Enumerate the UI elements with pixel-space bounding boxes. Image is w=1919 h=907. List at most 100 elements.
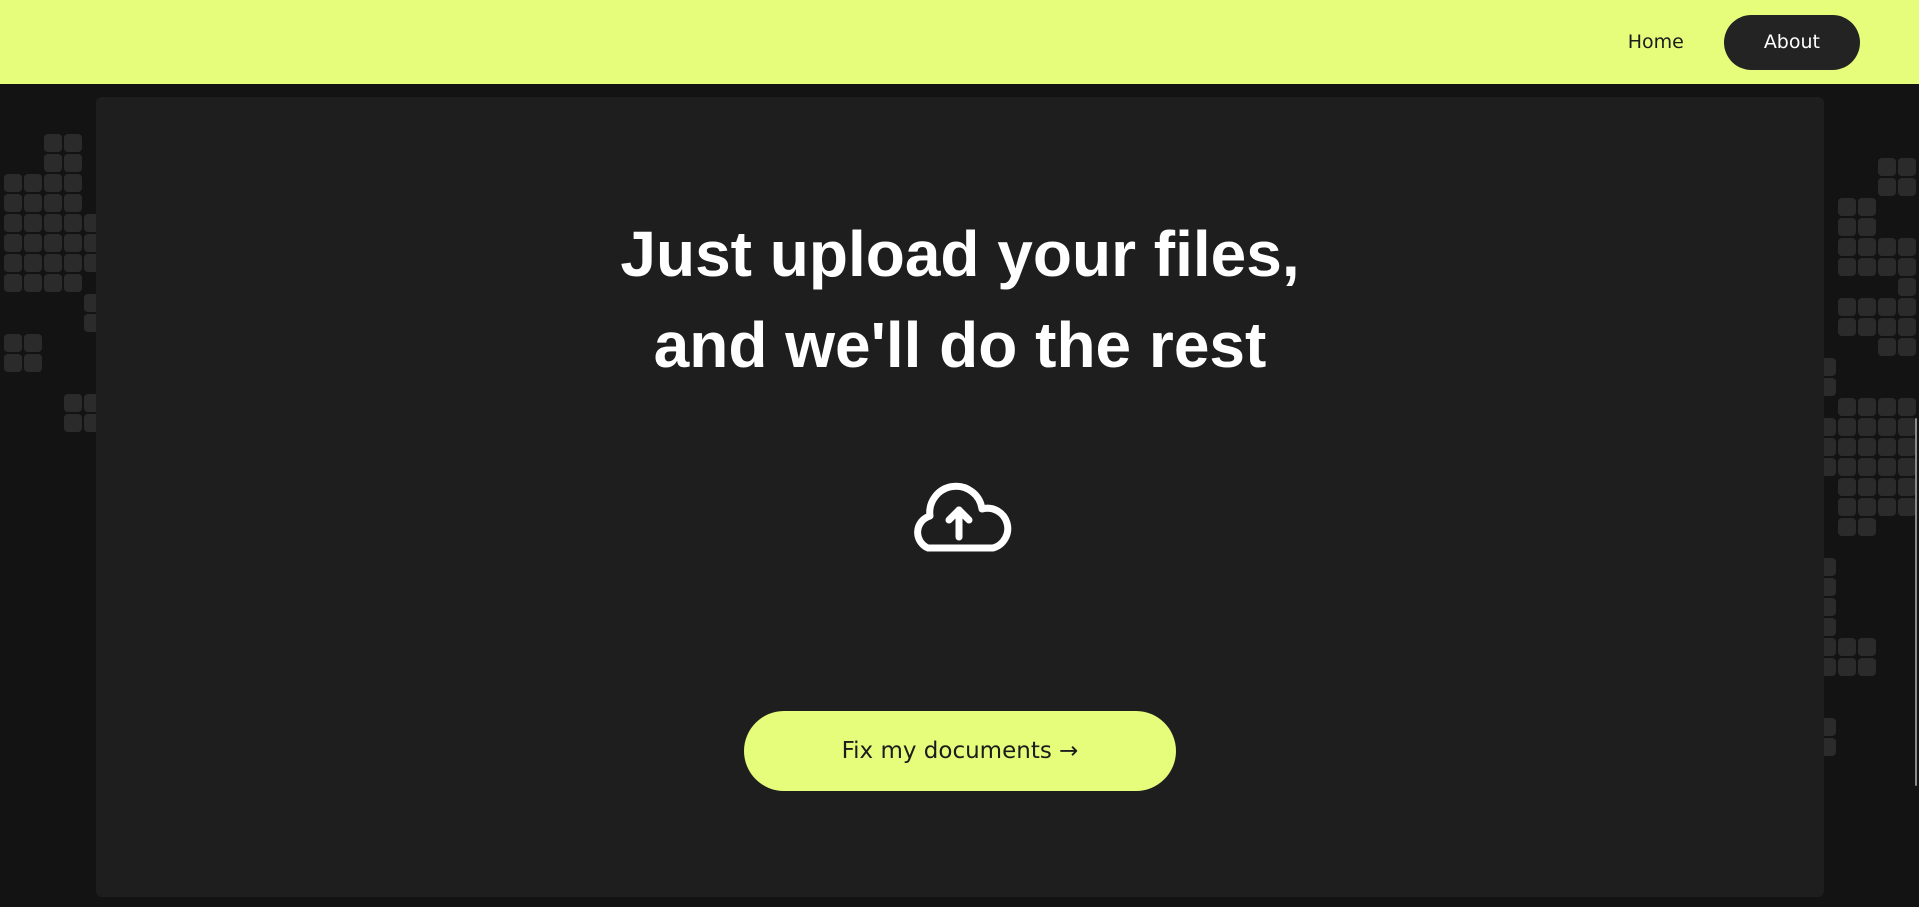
- grid-tile: [1858, 298, 1876, 316]
- grid-tile: [64, 254, 82, 272]
- grid-tile: [1898, 318, 1916, 336]
- grid-tile: [1838, 518, 1856, 536]
- grid-tile: [1898, 458, 1916, 476]
- grid-tile: [1838, 298, 1856, 316]
- grid-tile: [1878, 398, 1896, 416]
- grid-tile: [1858, 238, 1876, 256]
- grid-tile: [1878, 318, 1896, 336]
- grid-tile: [1858, 418, 1876, 436]
- fix-documents-button[interactable]: Fix my documents →: [744, 711, 1176, 791]
- grid-tile: [1878, 238, 1896, 256]
- grid-tile: [44, 154, 62, 172]
- grid-tile: [24, 214, 42, 232]
- grid-tile: [1838, 638, 1856, 656]
- grid-tile: [44, 274, 62, 292]
- grid-tile: [1898, 478, 1916, 496]
- grid-tile: [64, 134, 82, 152]
- grid-tile: [1858, 478, 1876, 496]
- grid-tile: [1858, 218, 1876, 236]
- grid-tile: [1898, 258, 1916, 276]
- grid-tile: [44, 234, 62, 252]
- grid-tile: [1858, 498, 1876, 516]
- grid-tile: [1858, 458, 1876, 476]
- grid-tile: [1898, 158, 1916, 176]
- grid-tile: [4, 274, 22, 292]
- grid-tile: [1878, 158, 1896, 176]
- nav-home-link[interactable]: Home: [1588, 15, 1724, 70]
- grid-tile: [1898, 438, 1916, 456]
- grid-tile: [64, 214, 82, 232]
- grid-tile: [1898, 498, 1916, 516]
- grid-tile: [24, 194, 42, 212]
- grid-tile: [1898, 278, 1916, 296]
- grid-tile: [1858, 658, 1876, 676]
- grid-tile: [1898, 398, 1916, 416]
- grid-tile: [64, 274, 82, 292]
- grid-tile: [1878, 438, 1896, 456]
- grid-tile: [1898, 338, 1916, 356]
- cloud-upload-icon[interactable]: [902, 467, 1018, 563]
- grid-tile: [1838, 458, 1856, 476]
- grid-tile: [44, 214, 62, 232]
- grid-tile: [1878, 178, 1896, 196]
- grid-tile: [1878, 498, 1896, 516]
- grid-tile: [4, 214, 22, 232]
- grid-tile: [24, 334, 42, 352]
- grid-tile: [24, 174, 42, 192]
- nav-about-button[interactable]: About: [1723, 14, 1860, 70]
- grid-tile: [1838, 198, 1856, 216]
- grid-tile: [64, 414, 82, 432]
- grid-tile: [64, 234, 82, 252]
- grid-tile: [64, 154, 82, 172]
- scrollbar-thumb[interactable]: [1915, 418, 1917, 786]
- grid-tile: [24, 274, 42, 292]
- grid-tile: [4, 254, 22, 272]
- grid-tile: [24, 234, 42, 252]
- headline-line-2: and we'll do the rest: [653, 309, 1267, 381]
- grid-tile: [1838, 398, 1856, 416]
- grid-tile: [1898, 238, 1916, 256]
- grid-tile: [1878, 338, 1896, 356]
- grid-tile: [1838, 218, 1856, 236]
- grid-tile: [1858, 318, 1876, 336]
- grid-tile: [24, 354, 42, 372]
- grid-tile: [1878, 298, 1896, 316]
- grid-tile: [4, 174, 22, 192]
- grid-tile: [1898, 418, 1916, 436]
- grid-tile: [44, 194, 62, 212]
- grid-tile: [44, 174, 62, 192]
- grid-tile: [1838, 238, 1856, 256]
- grid-tile: [1858, 518, 1876, 536]
- grid-tile: [44, 254, 62, 272]
- grid-tile: [1858, 198, 1876, 216]
- grid-tile: [1838, 658, 1856, 676]
- grid-tile: [4, 234, 22, 252]
- grid-tile: [1878, 258, 1896, 276]
- grid-tile: [4, 194, 22, 212]
- grid-tile: [64, 194, 82, 212]
- hero-headline: Just upload your files, and we'll do the…: [96, 209, 1824, 391]
- headline-line-1: Just upload your files,: [620, 218, 1300, 290]
- grid-tile: [1858, 638, 1876, 656]
- grid-tile: [1898, 178, 1916, 196]
- grid-tile: [1878, 418, 1896, 436]
- grid-tile: [44, 134, 62, 152]
- grid-tile: [4, 334, 22, 352]
- grid-tile: [1898, 298, 1916, 316]
- grid-tile: [1858, 258, 1876, 276]
- grid-tile: [1858, 438, 1876, 456]
- grid-tile: [4, 354, 22, 372]
- grid-tile: [1838, 498, 1856, 516]
- grid-tile: [1838, 418, 1856, 436]
- grid-tile: [64, 394, 82, 412]
- grid-tile: [1878, 478, 1896, 496]
- grid-tile: [1838, 258, 1856, 276]
- grid-tile: [1838, 318, 1856, 336]
- grid-tile: [1878, 458, 1896, 476]
- grid-tile: [1838, 438, 1856, 456]
- top-nav-bar: Home About: [0, 0, 1919, 84]
- grid-tile: [1838, 478, 1856, 496]
- upload-panel: Just upload your files, and we'll do the…: [96, 97, 1824, 897]
- grid-tile: [1858, 398, 1876, 416]
- grid-tile: [24, 254, 42, 272]
